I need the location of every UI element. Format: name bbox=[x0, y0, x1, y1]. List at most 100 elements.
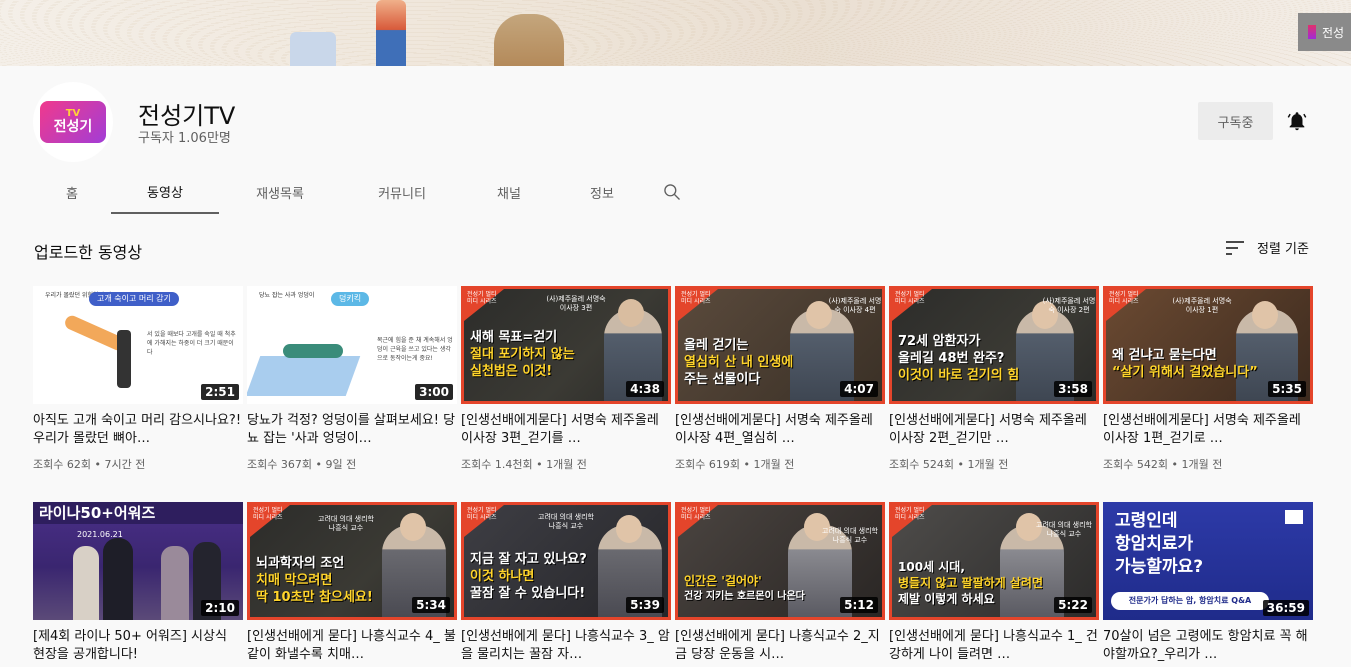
video-thumbnail[interactable]: 전성기 멀티미디 시리즈 고려대 의대 생리학 나흥식 교수 인간은 '걸어야'… bbox=[675, 502, 885, 620]
video-card[interactable]: 전성기 멀티미디 시리즈 고려대 의대 생리학 나흥식 교수 100세 시대, … bbox=[889, 502, 1099, 664]
thumb-caption-line: 실천법은 이것! bbox=[470, 364, 553, 379]
video-card[interactable]: 라이나50+어워즈 2021.06.21 2:10 [제4회 라이나 50+ 어… bbox=[33, 502, 243, 664]
thumb-caption-line: 뇌과학자의 조언 bbox=[256, 556, 345, 571]
thumb-caption: 인간은 '걸어야' 건강 지키는 호르몬이 나온다 bbox=[684, 573, 805, 605]
video-title[interactable]: [인생선배에게 묻다] 나흥식교수 2_지금 당장 운동을 시… bbox=[675, 628, 885, 664]
video-title[interactable]: [인생선배에게 묻다] 나흥식교수 1_ 건강하게 나이 들려면 … bbox=[889, 628, 1099, 664]
thumb-badge: 고려대 의대 생리학 나흥식 교수 bbox=[538, 513, 594, 530]
video-card[interactable]: 전성기 멀티미디 시리즈 (사)제주올레 서명숙 이사장 3편 새해 목표=걷기… bbox=[461, 286, 671, 472]
video-title[interactable]: [제4회 라이나 50+ 어워즈] 시상식 현장을 공개합니다! bbox=[33, 628, 243, 664]
video-title[interactable]: [인생선배에게묻다] 서명숙 제주올레 이사장 4편_열심히 … bbox=[675, 412, 885, 448]
thumb-caption-line: 딱 10초만 참으세요! bbox=[256, 590, 373, 605]
subscribe-button[interactable]: 구독중 bbox=[1198, 102, 1273, 140]
banner-figure bbox=[290, 32, 336, 66]
video-title[interactable]: [인생선배에게묻다] 서명숙 제주올레 이사장 1편_걷기로 … bbox=[1103, 412, 1313, 448]
video-meta: 조회수 524회 • 1개월 전 bbox=[889, 458, 1009, 471]
thumb-person bbox=[103, 538, 133, 620]
video-meta: 조회수 1.4천회 • 1개월 전 bbox=[461, 458, 587, 471]
video-card[interactable]: 전성기 멀티미디 시리즈 (사)제주올레 서명숙 이사장 1편 왜 걷냐고 묻는… bbox=[1103, 286, 1313, 472]
banner-pattern bbox=[0, 0, 1351, 66]
channel-avatar[interactable]: TV 전성기 bbox=[33, 82, 113, 162]
thumb-corner-text: 전성기 멀티미디 시리즈 bbox=[1109, 291, 1139, 305]
channel-tabs: 홈 동영상 재생목록 커뮤니티 채널 정보 bbox=[33, 170, 687, 214]
thumb-corner-text: 전성기 멀티미디 시리즈 bbox=[681, 291, 711, 305]
thumb-logo bbox=[1285, 510, 1303, 524]
tab-community[interactable]: 커뮤니티 bbox=[341, 170, 463, 214]
thumb-person-head bbox=[1252, 301, 1278, 329]
banner-figure bbox=[376, 0, 406, 66]
video-card[interactable]: 우리가 몰랐던 위험한 습관들 고개 숙이고 머리 감기 서 있을 때보다 고개… bbox=[33, 286, 243, 472]
thumb-caption: 뇌과학자의 조언 치매 막으려면 딱 10초만 참으세요! bbox=[256, 555, 373, 606]
thumb-caption: 왜 걷냐고 묻는다면 “살기 위해서 걸었습니다” bbox=[1112, 347, 1258, 381]
thumb-caption-line: 이것 하나면 bbox=[470, 569, 535, 584]
video-title[interactable]: 70살이 넘은 고령에도 항암치료 꼭 해야할까요?_우리가 … bbox=[1103, 628, 1313, 664]
tab-videos[interactable]: 동영상 bbox=[111, 170, 219, 214]
video-card[interactable]: 전성기 멀티미디 시리즈 고려대 의대 생리학 나흥식 교수 뇌과학자의 조언 … bbox=[247, 502, 457, 664]
video-title[interactable]: 당뇨가 걱정? 엉덩이를 살펴보세요! 당뇨 잡는 '사과 엉덩이… bbox=[247, 412, 457, 448]
video-meta: 조회수 542회 • 1개월 전 bbox=[1103, 458, 1223, 471]
thumb-corner-text: 전성기 멀티미디 시리즈 bbox=[467, 291, 497, 305]
video-duration: 2:51 bbox=[201, 384, 239, 400]
tab-channels[interactable]: 채널 bbox=[463, 170, 555, 214]
bell-icon[interactable] bbox=[1286, 110, 1308, 132]
thumb-caption: 72세 암환자가 올레길 48번 완주? 이것이 바로 걷기의 힘 bbox=[898, 333, 1019, 384]
thumb-illustration bbox=[247, 356, 361, 396]
thumb-caption: 지금 잘 자고 있나요? 이것 하나면 꿀잠 잘 수 있습니다! bbox=[470, 551, 587, 602]
video-title[interactable]: [인생선배에게묻다] 서명숙 제주올레 이사장 2편_걷기만 … bbox=[889, 412, 1099, 448]
video-thumbnail[interactable]: 전성기 멀티미디 시리즈 고려대 의대 생리학 나흥식 교수 100세 시대, … bbox=[889, 502, 1099, 620]
video-thumbnail[interactable]: 우리가 몰랐던 위험한 습관들 고개 숙이고 머리 감기 서 있을 때보다 고개… bbox=[33, 286, 243, 404]
tab-home[interactable]: 홈 bbox=[33, 170, 111, 214]
video-thumbnail[interactable]: 전성기 멀티미디 시리즈 (사)제주올레 서명숙 이사장 3편 새해 목표=걷기… bbox=[461, 286, 671, 404]
video-card[interactable]: 전성기 멀티미디 시리즈 고려대 의대 생리학 나흥식 교수 지금 잘 자고 있… bbox=[461, 502, 671, 664]
video-thumbnail[interactable]: 라이나50+어워즈 2021.06.21 2:10 bbox=[33, 502, 243, 620]
video-thumbnail[interactable]: 전성기 멀티미디 시리즈 (사)제주올레 서명숙 이사장 4편 올레 걷기는 열… bbox=[675, 286, 885, 404]
thumb-illustration bbox=[117, 330, 131, 388]
thumb-caption-line: 올레 걷기는 bbox=[684, 338, 749, 353]
video-title[interactable]: 아직도 고개 숙이고 머리 감으시나요?! 우리가 몰랐던 뼈아… bbox=[33, 412, 243, 448]
video-thumbnail[interactable]: 당뇨 잡는 사과 엉덩이 덩키킥 복근에 힘을 준 채 계속해서 엉덩이 근육을… bbox=[247, 286, 457, 404]
thumb-badge: 고려대 의대 생리학 나흥식 교수 bbox=[318, 515, 374, 532]
banner-brand-badge[interactable]: 전성 bbox=[1298, 13, 1351, 51]
thumb-caption-line: 건강 지키는 호르몬이 나온다 bbox=[684, 591, 805, 602]
video-title[interactable]: [인생선배에게묻다] 서명숙 제주올레 이사장 3편_걷기를 … bbox=[461, 412, 671, 448]
thumb-body-text: 복근에 힘을 준 채 계속해서 엉덩이 근육을 쓰고 있다는 생각으로 동작이는… bbox=[377, 337, 453, 362]
video-card[interactable]: 고령인데 항암치료가 가능할까요? 전문가가 답하는 암, 항암치료 Q&A 3… bbox=[1103, 502, 1313, 664]
sort-button[interactable]: 정렬 기준 bbox=[1225, 238, 1309, 257]
thumb-badge: (사)제주올레 서명숙 이사장 2편 bbox=[1042, 297, 1096, 314]
search-icon[interactable] bbox=[657, 170, 687, 214]
thumb-caption-line: 새해 목표=걷기 bbox=[470, 330, 558, 345]
video-title[interactable]: [인생선배에게 묻다] 나흥식교수 4_ 불같이 화낼수록 치매… bbox=[247, 628, 457, 664]
brand-logo-mark bbox=[1308, 25, 1316, 39]
thumb-caption-line: 치매 막으려면 bbox=[256, 573, 333, 588]
thumb-headline-line: 가능할까요? bbox=[1115, 557, 1204, 577]
thumb-caption-line: 절대 포기하지 않는 bbox=[470, 347, 575, 362]
video-card[interactable]: 전성기 멀티미디 시리즈 (사)제주올레 서명숙 이사장 2편 72세 암환자가… bbox=[889, 286, 1099, 472]
video-duration: 5:12 bbox=[840, 597, 878, 613]
video-thumbnail[interactable]: 전성기 멀티미디 시리즈 고려대 의대 생리학 나흥식 교수 뇌과학자의 조언 … bbox=[247, 502, 457, 620]
video-thumbnail[interactable]: 고령인데 항암치료가 가능할까요? 전문가가 답하는 암, 항암치료 Q&A 3… bbox=[1103, 502, 1313, 620]
thumb-corner-text: 전성기 멀티미디 시리즈 bbox=[895, 507, 925, 521]
thumb-badge: 고려대 의대 생리학 나흥식 교수 bbox=[822, 527, 878, 544]
tab-about[interactable]: 정보 bbox=[555, 170, 649, 214]
video-card[interactable]: 전성기 멀티미디 시리즈 (사)제주올레 서명숙 이사장 4편 올레 걷기는 열… bbox=[675, 286, 885, 472]
thumb-caption: 새해 목표=걷기 절대 포기하지 않는 실천법은 이것! bbox=[470, 329, 575, 380]
thumb-person bbox=[73, 546, 99, 620]
video-thumbnail[interactable]: 전성기 멀티미디 시리즈 (사)제주올레 서명숙 이사장 2편 72세 암환자가… bbox=[889, 286, 1099, 404]
thumb-event-band: 라이나50+어워즈 bbox=[33, 502, 243, 524]
thumb-subtitle-bar: 전문가가 답하는 암, 항암치료 Q&A bbox=[1111, 592, 1269, 610]
tab-playlists[interactable]: 재생목록 bbox=[219, 170, 341, 214]
thumb-caption: 100세 시대, 병들지 않고 팔팔하게 살려면 제발 이렇게 하세요 bbox=[898, 559, 1043, 607]
thumb-corner-text: 전성기 멀티미디 시리즈 bbox=[681, 507, 711, 521]
video-meta: 조회수 62회 • 7시간 전 bbox=[33, 458, 146, 471]
video-thumbnail[interactable]: 전성기 멀티미디 시리즈 고려대 의대 생리학 나흥식 교수 지금 잘 자고 있… bbox=[461, 502, 671, 620]
thumb-person-head bbox=[400, 513, 426, 541]
avatar-logo-tv: TV bbox=[65, 108, 81, 119]
thumb-tag: 덩키킥 bbox=[331, 292, 370, 306]
subscriber-count: 구독자 1.06만명 bbox=[138, 131, 231, 146]
video-title[interactable]: [인생선배에게 묻다] 나흥식교수 3_ 암을 물리치는 꿀잠 자… bbox=[461, 628, 671, 664]
video-card[interactable]: 당뇨 잡는 사과 엉덩이 덩키킥 복근에 힘을 준 채 계속해서 엉덩이 근육을… bbox=[247, 286, 457, 472]
channel-header: TV 전성기 전성기TV 구독자 1.06만명 구독중 홈 동영상 재생목록 커… bbox=[0, 66, 1351, 214]
video-duration: 5:35 bbox=[1268, 381, 1306, 397]
video-thumbnail[interactable]: 전성기 멀티미디 시리즈 (사)제주올레 서명숙 이사장 1편 왜 걷냐고 묻는… bbox=[1103, 286, 1313, 404]
video-card[interactable]: 전성기 멀티미디 시리즈 고려대 의대 생리학 나흥식 교수 인간은 '걸어야'… bbox=[675, 502, 885, 664]
